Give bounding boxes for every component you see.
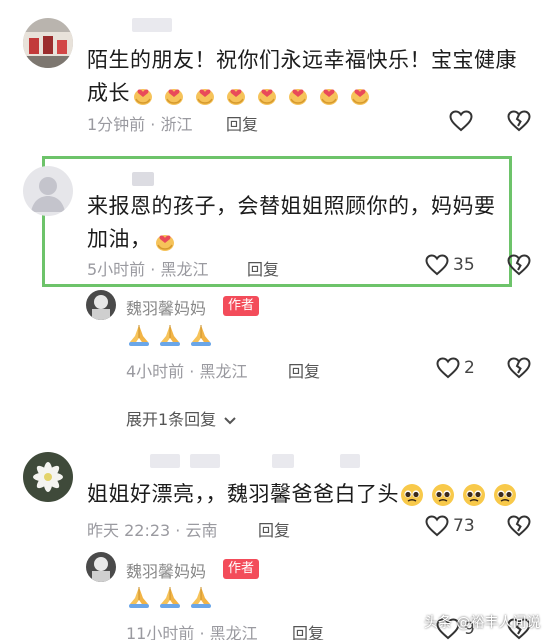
author-badge: 作者 <box>223 559 260 579</box>
folded-hands-emoji <box>157 584 183 610</box>
username-blurred[interactable] <box>132 172 154 186</box>
dislike-broken-heart-icon[interactable] <box>507 110 531 132</box>
reply-button[interactable]: 回复 <box>292 620 324 640</box>
emoji-row <box>399 482 523 506</box>
heart-hands-emoji <box>223 81 249 107</box>
avatar-image <box>23 18 73 68</box>
heart-hands-emoji <box>152 227 178 253</box>
author-avatar[interactable] <box>86 290 116 320</box>
pleading-face-emoji <box>399 482 425 508</box>
reply-meta: 4小时前 · 黑龙江 <box>126 362 248 381</box>
reply-button[interactable]: 回复 <box>288 358 320 382</box>
folded-hands-emoji <box>157 322 183 348</box>
like-heart-icon[interactable] <box>436 357 460 379</box>
like-count: 73 <box>453 516 475 536</box>
heart-hands-emoji <box>316 81 342 107</box>
like-count: 35 <box>453 255 475 275</box>
heart-hands-emoji <box>130 81 156 107</box>
comment-meta: 昨天 22:23 · 云南 <box>87 521 218 540</box>
author-avatar[interactable] <box>86 552 116 582</box>
heart-hands-emoji <box>347 81 373 107</box>
comment-text: 来报恩的孩子，会替姐姐照顾你的，妈妈要加油， <box>87 194 496 251</box>
reply-button[interactable]: 回复 <box>258 517 290 541</box>
username-blurred[interactable] <box>190 454 220 468</box>
emoji-row <box>126 322 219 348</box>
emoji-row <box>130 81 378 105</box>
folded-hands-emoji <box>126 322 152 348</box>
username-blurred[interactable] <box>132 18 172 32</box>
emoji-row <box>152 227 183 251</box>
chevron-down-icon <box>224 416 236 424</box>
folded-hands-emoji <box>126 584 152 610</box>
username-blurred[interactable] <box>340 454 360 468</box>
like-heart-icon[interactable] <box>449 110 473 132</box>
username-blurred[interactable] <box>272 454 294 468</box>
default-user-icon <box>23 166 73 216</box>
heart-hands-emoji <box>192 81 218 107</box>
dislike-broken-heart-icon[interactable] <box>507 357 531 379</box>
avatar-flower-image <box>23 452 73 502</box>
comment-meta: 1分钟前 · 浙江 <box>87 115 193 134</box>
reply-button[interactable]: 回复 <box>247 256 279 280</box>
comment-text: 姐姐好漂亮，，魏羽馨爸爸白了头 <box>87 478 537 511</box>
like-heart-icon[interactable] <box>425 254 449 276</box>
watermark: 头条 @裕丰人间说 <box>424 615 541 631</box>
author-avatar-image <box>86 290 116 320</box>
expand-replies-label: 展开1条回复 <box>126 410 217 429</box>
pleading-face-emoji <box>492 482 518 508</box>
dislike-broken-heart-icon[interactable] <box>507 515 531 537</box>
avatar[interactable] <box>23 452 73 502</box>
reply-meta: 11小时前 · 黑龙江 <box>126 624 258 640</box>
username-blurred[interactable] <box>150 454 180 468</box>
folded-hands-emoji <box>188 584 214 610</box>
author-avatar-image <box>86 552 116 582</box>
heart-hands-emoji <box>285 81 311 107</box>
comment-text: 陌生的朋友！祝你们永远幸福快乐！宝宝健康成长 <box>87 48 517 105</box>
pleading-face-emoji <box>430 482 456 508</box>
dislike-broken-heart-icon[interactable] <box>507 254 531 276</box>
author-badge: 作者 <box>223 296 260 316</box>
like-heart-icon[interactable] <box>425 515 449 537</box>
author-name[interactable]: 魏羽馨妈妈 <box>126 558 206 582</box>
author-name[interactable]: 魏羽馨妈妈 <box>126 295 206 319</box>
heart-hands-emoji <box>254 81 280 107</box>
avatar-default[interactable] <box>23 166 73 216</box>
folded-hands-emoji <box>188 322 214 348</box>
reply-button[interactable]: 回复 <box>226 111 258 135</box>
like-count: 2 <box>464 358 475 378</box>
emoji-row <box>126 584 219 610</box>
avatar[interactable] <box>23 18 73 68</box>
expand-replies-link[interactable]: 展开1条回复 <box>126 406 237 430</box>
comment-meta: 5小时前 · 黑龙江 <box>87 260 209 279</box>
heart-hands-emoji <box>161 81 187 107</box>
pleading-face-emoji <box>461 482 487 508</box>
